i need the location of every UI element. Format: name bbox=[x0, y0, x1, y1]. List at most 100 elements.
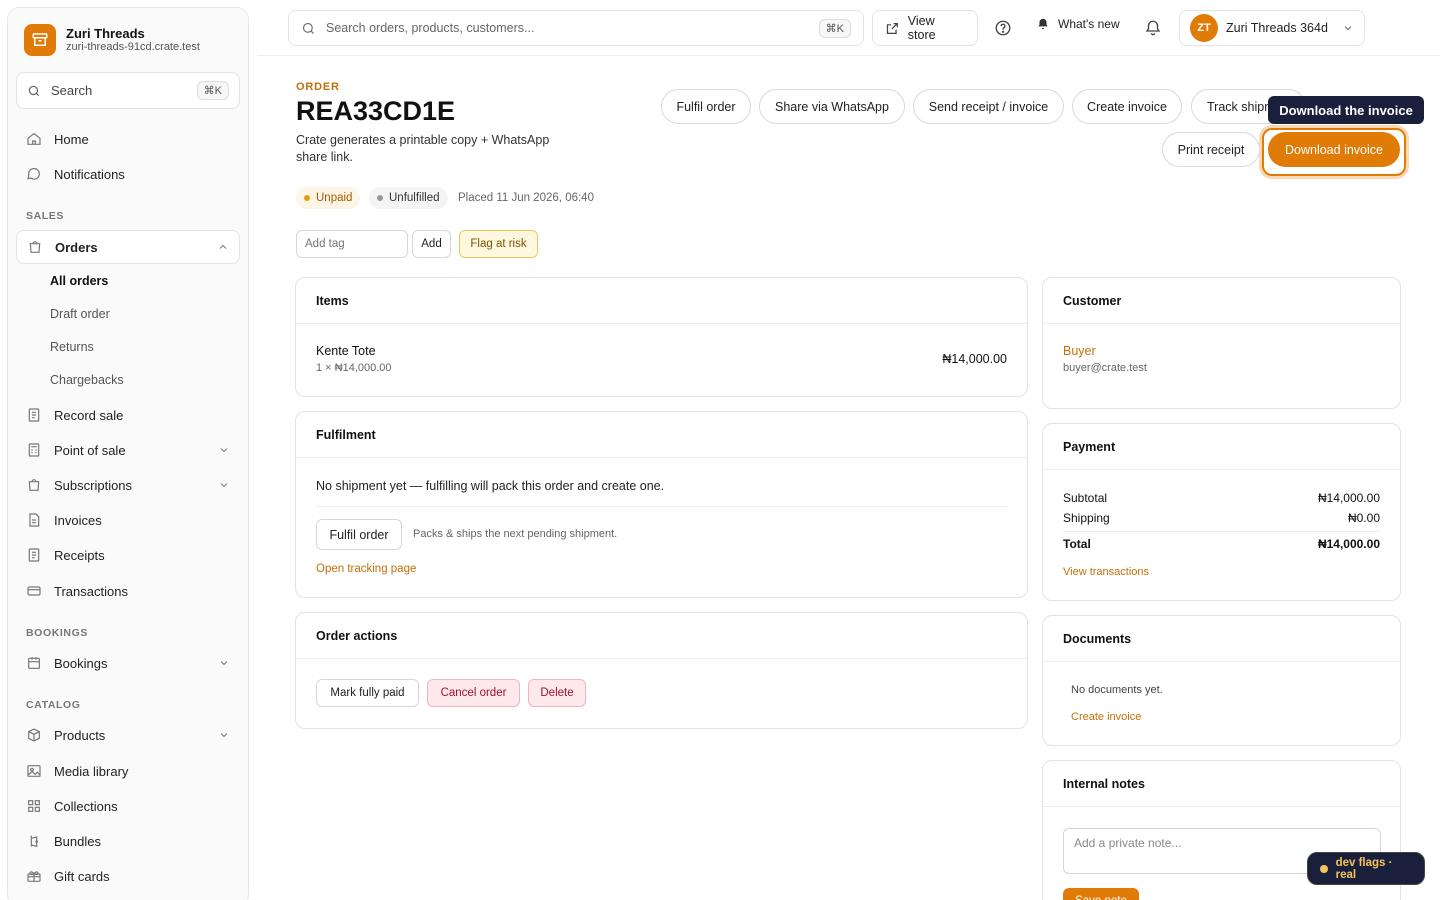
fulfil-order-button[interactable]: Fulfil order bbox=[661, 89, 751, 124]
order-description: Crate generates a printable copy + Whats… bbox=[296, 133, 550, 164]
search-icon bbox=[28, 85, 40, 96]
sidebar-item-media-library[interactable]: Media library bbox=[16, 754, 240, 788]
account-name: Zuri Threads 364d bbox=[1226, 21, 1328, 35]
card-title: Items bbox=[296, 278, 1027, 324]
avatar: ZT bbox=[1190, 14, 1218, 42]
sidebar-item-products[interactable]: Products bbox=[16, 718, 240, 752]
sidebar-label: Products bbox=[54, 727, 106, 743]
sidebar-item-notifications[interactable]: Notifications bbox=[16, 157, 240, 191]
divider bbox=[1063, 531, 1380, 532]
create-invoice-button[interactable]: Create invoice bbox=[1072, 89, 1182, 124]
sidebar-item-record-sale[interactable]: Record sale bbox=[16, 398, 240, 432]
chevron-down-icon bbox=[220, 733, 228, 738]
bundle-icon bbox=[30, 835, 38, 848]
store-url: zuri-threads-91cd.crate.test bbox=[66, 40, 200, 53]
create-invoice-link[interactable]: Create invoice bbox=[1071, 711, 1141, 723]
page-title: REA33CD1E bbox=[296, 96, 456, 126]
sidebar-item-orders[interactable]: Orders bbox=[16, 230, 240, 264]
fulfilment-hint: Packs & ships the next pending shipment. bbox=[413, 528, 618, 540]
chevron-down-icon bbox=[1344, 26, 1352, 31]
sidebar-item-subscriptions[interactable]: Subscriptions bbox=[16, 468, 240, 502]
sidebar-subitem-all-orders[interactable]: All orders bbox=[50, 269, 108, 293]
shopping-bag-icon bbox=[29, 241, 41, 253]
card-title: Payment bbox=[1043, 424, 1400, 470]
customer-name-link[interactable]: Buyer bbox=[1063, 344, 1096, 358]
placed-date: Placed 11 Jun 2026, 06:40 bbox=[458, 192, 594, 204]
add-tag-button[interactable]: Add bbox=[412, 230, 451, 258]
sidebar-item-bundles[interactable]: Bundles bbox=[16, 824, 240, 858]
credit-card-icon bbox=[27, 586, 41, 596]
cancel-order-button[interactable]: Cancel order bbox=[427, 679, 520, 707]
fulfilment-message: No shipment yet — fulfilling will pack t… bbox=[316, 479, 665, 493]
customer-email: buyer@crate.test bbox=[1063, 362, 1147, 374]
account-menu-button[interactable]: ZT Zuri Threads 364d bbox=[1179, 10, 1365, 46]
sidebar-label: Transactions bbox=[54, 583, 128, 599]
fulfilment-card: Fulfilment No shipment yet — fulfilling … bbox=[295, 411, 1028, 598]
share-whatsapp-button[interactable]: Share via WhatsApp bbox=[759, 89, 905, 124]
shipping-label: Shipping bbox=[1063, 511, 1110, 525]
sidebar-search[interactable]: Search ⌘K bbox=[16, 72, 240, 109]
status-badge-fulfilment: Unfulfilled bbox=[369, 187, 448, 209]
status-dot bbox=[377, 195, 383, 201]
status-text: Unfulfilled bbox=[389, 192, 440, 204]
download-invoice-button[interactable]: Download invoice bbox=[1268, 132, 1400, 167]
sidebar-subitem-returns[interactable]: Returns bbox=[50, 335, 94, 359]
documents-card: Documents No documents yet. Create invoi… bbox=[1042, 615, 1401, 746]
sidebar-label: Gift cards bbox=[54, 868, 110, 884]
status-badge-payment: Unpaid bbox=[296, 187, 361, 209]
print-receipt-button[interactable]: Print receipt bbox=[1162, 132, 1260, 167]
gift-icon bbox=[27, 871, 41, 882]
sidebar-item-invoices[interactable]: Invoices bbox=[16, 503, 240, 537]
sidebar-label: Subscriptions bbox=[54, 477, 133, 493]
view-store-button[interactable]: View store bbox=[872, 10, 978, 46]
view-transactions-link[interactable]: View transactions bbox=[1063, 566, 1149, 578]
item-name[interactable]: Kente Tote bbox=[316, 344, 376, 358]
sidebar-item-home[interactable]: Home bbox=[16, 122, 240, 156]
subtotal-value: ₦14,000.00 bbox=[1317, 491, 1380, 505]
tag-input[interactable] bbox=[296, 230, 408, 258]
whats-new-label: What's new bbox=[1058, 17, 1120, 31]
global-search-input[interactable]: Search orders, products, customers... ⌘K bbox=[288, 10, 864, 46]
order-actions-card: Order actions Mark fully paid Cancel ord… bbox=[295, 612, 1028, 729]
calculator-icon bbox=[28, 443, 40, 457]
section-heading-catalog: CATALOG bbox=[26, 699, 81, 711]
flag-at-risk-button[interactable]: Flag at risk bbox=[459, 230, 538, 258]
items-card: Items Kente Tote 1 × ₦14,000.00 ₦14,000.… bbox=[295, 277, 1028, 397]
global-search-shortcut: ⌘K bbox=[818, 18, 851, 38]
sidebar-item-bookings[interactable]: Bookings bbox=[16, 646, 240, 680]
sidebar-label: Orders bbox=[55, 239, 98, 255]
card-title: Documents bbox=[1043, 616, 1400, 662]
sidebar-label: Notifications bbox=[54, 166, 125, 182]
sidebar-item-transactions[interactable]: Transactions bbox=[16, 574, 240, 608]
sidebar-item-gift-cards[interactable]: Gift cards bbox=[16, 859, 240, 893]
sidebar-item-receipts[interactable]: Receipts bbox=[16, 538, 240, 572]
send-receipt-button[interactable]: Send receipt / invoice bbox=[913, 89, 1064, 124]
help-circle-icon bbox=[995, 20, 1011, 36]
sidebar-subitem-draft-order[interactable]: Draft order bbox=[50, 302, 110, 326]
chevron-down-icon bbox=[220, 483, 228, 488]
mark-fully-paid-button[interactable]: Mark fully paid bbox=[316, 679, 419, 707]
box-icon bbox=[28, 728, 40, 742]
section-heading-bookings: BOOKINGS bbox=[26, 627, 88, 639]
whats-new-button[interactable]: What's new bbox=[1036, 17, 1120, 31]
sidebar-subitem-chargebacks[interactable]: Chargebacks bbox=[50, 368, 124, 392]
save-note-button[interactable]: Save note bbox=[1063, 888, 1139, 900]
notifications-button[interactable] bbox=[1141, 16, 1165, 40]
brand[interactable]: Zuri Threads zuri-threads-91cd.crate.tes… bbox=[24, 24, 200, 56]
status-dot bbox=[1320, 864, 1328, 873]
dev-flags-badge[interactable]: dev flags · real bbox=[1307, 852, 1425, 885]
fulfil-order-card-button[interactable]: Fulfil order bbox=[316, 519, 402, 550]
order-eyebrow: ORDER bbox=[296, 81, 340, 93]
delete-order-button[interactable]: Delete bbox=[528, 679, 586, 707]
help-button[interactable] bbox=[991, 16, 1015, 40]
sidebar-label: Invoices bbox=[54, 512, 102, 528]
divider bbox=[316, 506, 1007, 507]
open-tracking-link[interactable]: Open tracking page bbox=[316, 563, 416, 575]
card-title: Fulfilment bbox=[296, 412, 1027, 458]
shipping-value: ₦0.00 bbox=[1347, 511, 1380, 525]
receipt-icon bbox=[28, 408, 40, 422]
customer-card: Customer Buyer buyer@crate.test bbox=[1042, 277, 1401, 409]
sidebar-item-collections[interactable]: Collections bbox=[16, 789, 240, 823]
sidebar-item-point-of-sale[interactable]: Point of sale bbox=[16, 433, 240, 467]
global-search-placeholder: Search orders, products, customers... bbox=[326, 21, 535, 35]
